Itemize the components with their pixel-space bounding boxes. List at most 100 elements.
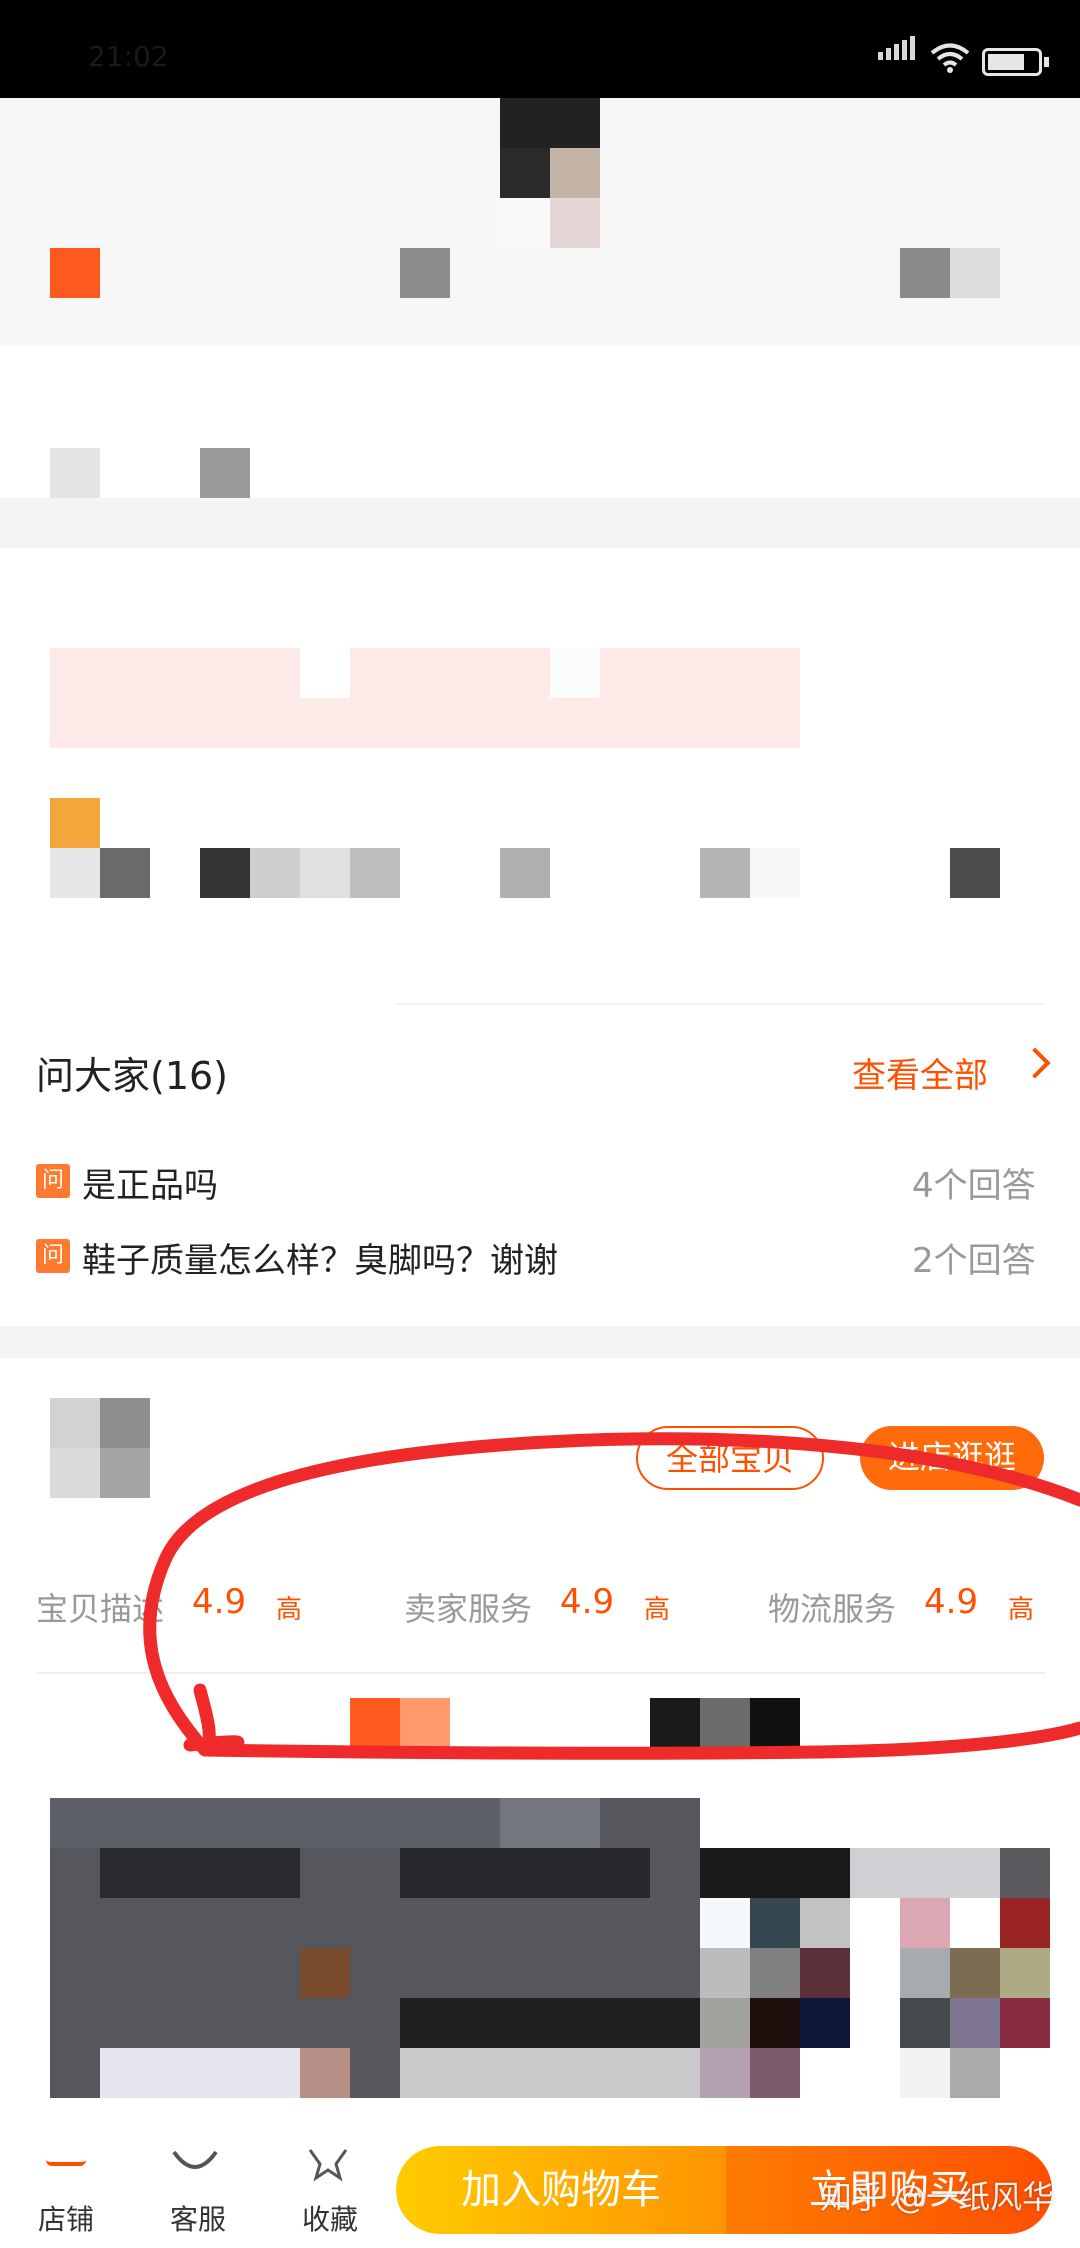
pixelated-tag bbox=[400, 1698, 450, 1748]
pixelated-text bbox=[700, 1698, 750, 1748]
pixelated-product-image bbox=[800, 1898, 850, 1948]
answer-count: 4个回答 bbox=[912, 1166, 1036, 1206]
pixelated-product-image bbox=[700, 1898, 750, 1948]
service-icon[interactable] bbox=[170, 2148, 220, 2178]
status-time: 21:02 bbox=[88, 40, 169, 73]
pixelated-product-image bbox=[950, 1948, 1000, 1998]
add-to-cart-button[interactable]: 加入购物车 bbox=[396, 2146, 726, 2234]
ask-section-title: 问大家(16) bbox=[36, 1054, 229, 1098]
section-gap bbox=[0, 498, 1080, 548]
pixelated-image-block bbox=[500, 148, 550, 198]
pixelated-product-image bbox=[1000, 1948, 1050, 1998]
section-gap bbox=[0, 1326, 1080, 1358]
pixelated-product-image bbox=[900, 2048, 950, 2098]
pixelated-banner-gap bbox=[300, 648, 350, 698]
pixelated-text bbox=[200, 848, 250, 898]
pixelated-product-image bbox=[100, 2048, 300, 2098]
pixelated-text bbox=[100, 848, 150, 898]
favorite-tab[interactable]: 收藏 bbox=[302, 2198, 358, 2238]
pixelated-tag bbox=[350, 1698, 400, 1748]
wifi-icon bbox=[930, 43, 970, 73]
pixelated-product-image bbox=[750, 1998, 800, 2048]
pixelated-product-image bbox=[300, 1948, 350, 1998]
pixelated-product-image bbox=[800, 1948, 850, 1998]
service-tab[interactable]: 客服 bbox=[170, 2198, 226, 2238]
pixelated-product-image bbox=[700, 2048, 750, 2098]
pixelated-text bbox=[650, 1698, 700, 1748]
score-label: 宝贝描述 bbox=[36, 1590, 165, 1628]
question-text[interactable]: 鞋子质量怎么样？臭脚吗？谢谢 bbox=[82, 1233, 558, 1282]
pixelated-text bbox=[300, 848, 350, 898]
pixelated-store-logo bbox=[50, 1398, 100, 1448]
pixelated-product-image bbox=[400, 2048, 700, 2098]
pixelated-image-block bbox=[550, 198, 600, 248]
divider bbox=[36, 1672, 1046, 1674]
pixelated-product-image bbox=[900, 1998, 950, 2048]
divider bbox=[395, 1003, 1045, 1005]
pixelated-product-image bbox=[1000, 1998, 1050, 2048]
chevron-right-icon[interactable] bbox=[1019, 1047, 1051, 1079]
score-level: 高 bbox=[1008, 1595, 1035, 1625]
pixelated-text bbox=[700, 848, 750, 898]
watermark: 知乎 @一纸风华 bbox=[820, 2178, 1055, 2216]
pixelated-product-image bbox=[700, 1948, 750, 1998]
shop-icon[interactable] bbox=[46, 2150, 86, 2166]
pixelated-text bbox=[400, 248, 450, 298]
pixelated-product-image bbox=[950, 1998, 1000, 2048]
pixelated-text bbox=[750, 848, 800, 898]
battery-icon bbox=[982, 48, 1042, 76]
pixelated-image-block bbox=[500, 198, 550, 248]
pixelated-text bbox=[900, 248, 950, 298]
score-level: 高 bbox=[276, 1595, 303, 1625]
pixelated-product-image bbox=[400, 1998, 700, 2048]
pixelated-text bbox=[350, 848, 400, 898]
pixelated-product-image bbox=[700, 1848, 850, 1898]
question-badge-icon: 问 bbox=[36, 1164, 70, 1198]
battery-tip bbox=[1044, 57, 1049, 67]
pixelated-product-image bbox=[900, 1898, 950, 1948]
pixelated-avatar bbox=[50, 798, 100, 848]
pixelated-text bbox=[200, 448, 250, 498]
pixelated-product-image bbox=[700, 1998, 750, 2048]
pixelated-product-image bbox=[100, 1848, 300, 1898]
pixelated-product-image bbox=[950, 2048, 1000, 2098]
pixelated-text bbox=[50, 448, 100, 498]
pixelated-store-logo bbox=[50, 1448, 100, 1498]
question-badge-icon: 问 bbox=[36, 1239, 70, 1273]
pixelated-text bbox=[950, 848, 1000, 898]
pixelated-product-image bbox=[750, 1898, 800, 1948]
pixelated-text bbox=[950, 248, 1000, 298]
pixelated-banner bbox=[50, 648, 800, 748]
pixelated-product-image bbox=[1000, 1898, 1050, 1948]
pixelated-text bbox=[750, 1698, 800, 1748]
pixelated-product-image bbox=[750, 2048, 800, 2098]
pixelated-product-image bbox=[900, 1948, 950, 1998]
pixelated-image-block bbox=[550, 148, 600, 198]
pixelated-product-image bbox=[400, 1848, 650, 1898]
pixelated-badge bbox=[50, 248, 100, 298]
pixelated-product-image bbox=[800, 1998, 850, 2048]
pixelated-product-image bbox=[300, 2048, 350, 2098]
view-all-link[interactable]: 查看全部 bbox=[852, 1048, 988, 1097]
shop-tab[interactable]: 店铺 bbox=[38, 2198, 94, 2238]
pixelated-store-logo bbox=[100, 1448, 150, 1498]
all-items-button[interactable]: 全部宝贝 bbox=[636, 1426, 824, 1490]
signal-icon bbox=[878, 0, 918, 98]
pixelated-text bbox=[500, 848, 550, 898]
pixelated-product-image bbox=[1000, 1848, 1050, 1898]
pixelated-banner-gap bbox=[550, 648, 600, 698]
star-icon[interactable] bbox=[306, 2146, 350, 2182]
pixelated-text bbox=[50, 848, 100, 898]
visit-store-button[interactable]: 进店逛逛 bbox=[860, 1426, 1044, 1490]
score-label: 卖家服务 bbox=[404, 1590, 533, 1628]
score-value: 4.9 bbox=[560, 1582, 615, 1622]
score-label: 物流服务 bbox=[768, 1590, 897, 1628]
pixelated-product-image bbox=[500, 1798, 600, 1848]
question-text[interactable]: 是正品吗 bbox=[82, 1158, 218, 1207]
answer-count: 2个回答 bbox=[912, 1241, 1036, 1281]
pixelated-product-image bbox=[750, 1948, 800, 1998]
pixelated-store-logo bbox=[100, 1398, 150, 1448]
pixelated-product-image bbox=[50, 1798, 500, 1848]
score-value: 4.9 bbox=[924, 1582, 979, 1622]
pixelated-text bbox=[250, 848, 300, 898]
